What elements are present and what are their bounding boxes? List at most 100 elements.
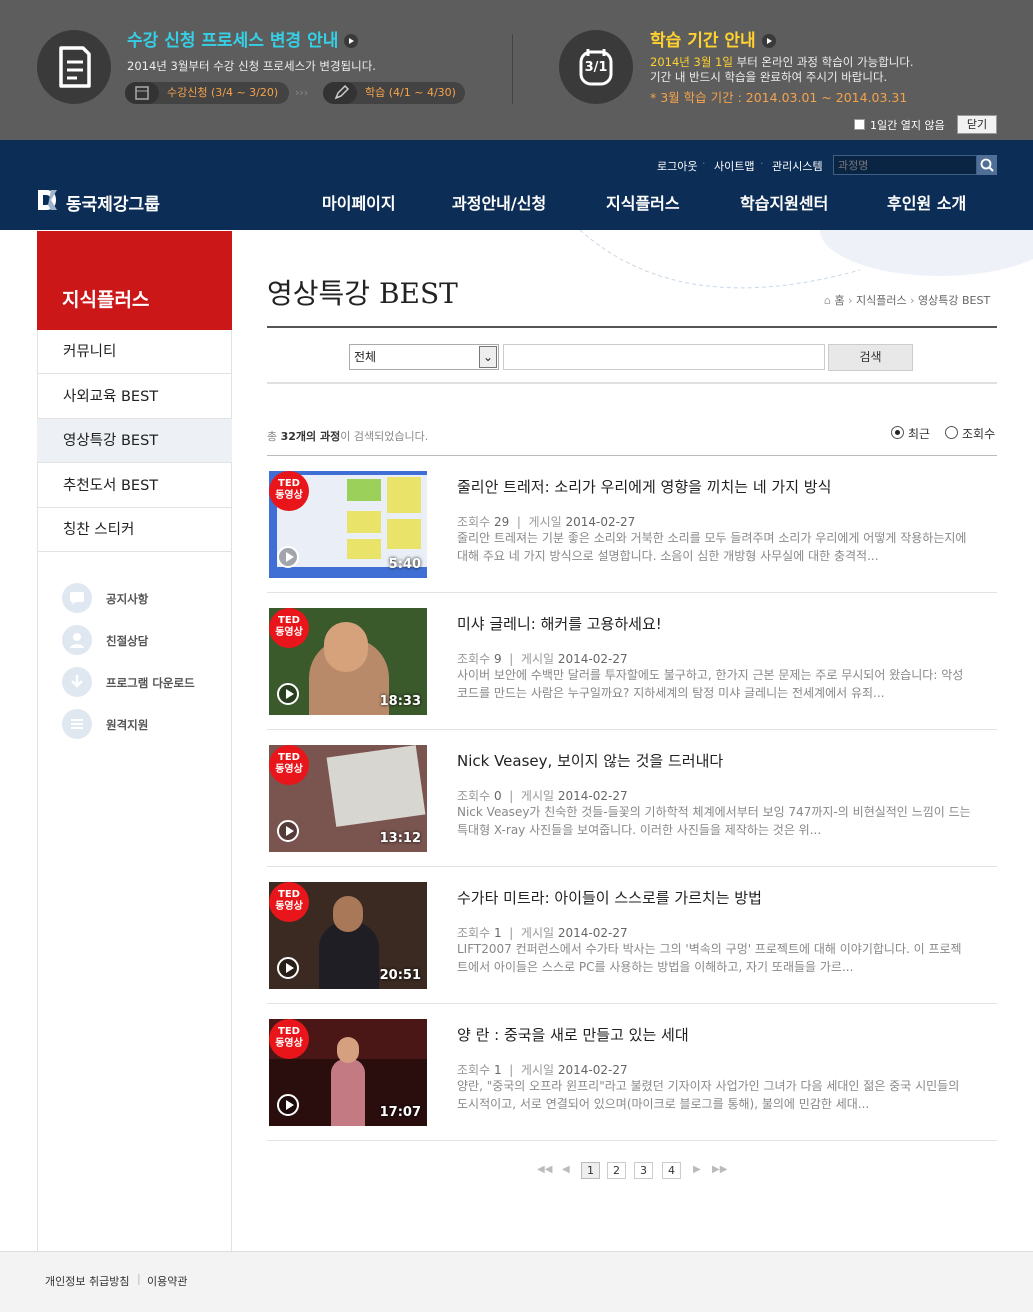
prev-page-icon[interactable]: ◀ — [562, 1164, 570, 1175]
result-count-text: 총 32개의 과정이 검색되었습니다. — [267, 430, 429, 443]
global-navigation — [0, 140, 1033, 230]
video-meta: 조회수 0 | 게시일 2014-02-27 — [457, 789, 628, 803]
logo-text[interactable]: 동국제강그룹 — [66, 190, 160, 215]
document-icon — [37, 30, 111, 104]
sidebar-item-community[interactable]: 커뮤니티 — [37, 330, 232, 374]
video-duration: 5:40 — [388, 557, 421, 572]
page-title: 영상특강 BEST — [267, 277, 458, 310]
menu-knowledge-plus[interactable]: 지식플러스 — [606, 190, 680, 214]
keyword-input[interactable] — [503, 344, 825, 370]
sort-recent-label: 최근 — [908, 427, 931, 441]
video-duration: 18:33 — [379, 694, 421, 709]
ted-badge: TED 동영상 — [269, 882, 309, 922]
privacy-policy-link[interactable]: 개인정보 취급방침 — [45, 1273, 129, 1289]
sidebar-item-books-best[interactable]: 추천도서 BEST — [37, 464, 232, 508]
search-icon[interactable] — [977, 155, 997, 175]
sort-views-radio[interactable] — [945, 426, 958, 439]
course-search-input[interactable] — [833, 155, 977, 175]
video-description: Nick Veasey가 친숙한 것들-들꽃의 기하학적 체계에서부터 보잉 7… — [457, 805, 971, 837]
page-3[interactable]: 3 — [634, 1162, 653, 1179]
play-icon[interactable] — [277, 683, 299, 705]
banner-left-text: 2014년 3월부터 수강 신청 프로세스가 변경됩니다. — [127, 59, 376, 73]
last-page-icon[interactable]: ▶▶ — [712, 1164, 727, 1175]
page-1[interactable]: 1 — [581, 1162, 600, 1179]
home-icon: ⌂ — [824, 294, 831, 307]
play-icon[interactable] — [277, 957, 299, 979]
video-thumbnail[interactable]: TED 동영상 13:12 — [269, 745, 427, 852]
footer-divider: | — [137, 1272, 141, 1285]
video-thumbnail[interactable]: TED 동영상 20:51 — [269, 882, 427, 989]
video-meta: 조회수 29 | 게시일 2014-02-27 — [457, 515, 636, 529]
decorative-arc — [579, 230, 1033, 289]
video-duration: 17:07 — [379, 1105, 421, 1120]
page-4[interactable]: 4 — [662, 1162, 681, 1179]
speech-bubble-icon — [62, 583, 92, 613]
sidebar-item-external-edu[interactable]: 사외교육 BEST — [37, 375, 232, 419]
play-icon[interactable] — [277, 546, 299, 568]
study-period-pill: 학습 (4/1 ~ 4/30) — [323, 82, 465, 104]
video-duration: 20:51 — [379, 968, 421, 983]
sidebar-title-box: 지식플러스 — [37, 231, 232, 330]
video-thumbnail[interactable]: TED 동영상 18:33 — [269, 608, 427, 715]
video-thumbnail[interactable]: TED 동영상 5:40 — [269, 471, 427, 578]
video-title[interactable]: 미샤 글레니: 해커를 고용하세요! — [457, 613, 662, 634]
util-dot: · — [702, 157, 706, 170]
video-title[interactable]: 줄리안 트레저: 소리가 우리에게 영향을 끼치는 네 가지 방식 — [457, 476, 831, 497]
video-title[interactable]: Nick Veasey, 보이지 않는 것을 드러내다 — [457, 750, 723, 771]
admin-system-link[interactable]: 관리시스템 — [772, 158, 823, 174]
no-show-checkbox[interactable] — [854, 119, 865, 130]
logout-link[interactable]: 로그아웃 — [657, 158, 697, 174]
close-button[interactable]: 닫기 — [957, 115, 997, 134]
quick-notice[interactable]: 공지사항 — [62, 583, 212, 613]
breadcrumb-home[interactable]: 홈 — [834, 294, 844, 307]
quick-download[interactable]: 프로그램 다운로드 — [62, 667, 212, 697]
sort-views-label: 조회수 — [962, 427, 996, 441]
banner-right-line2: 기간 내 반드시 학습을 완료하여 주시기 바랍니다. — [650, 70, 888, 84]
first-page-icon[interactable]: ◀◀ — [537, 1164, 552, 1175]
list-icon — [62, 709, 92, 739]
breadcrumb-current: 영상특강 BEST — [918, 294, 991, 307]
ted-badge: TED 동영상 — [269, 1019, 309, 1059]
sidebar-item-praise-sticker[interactable]: 칭찬 스티커 — [37, 508, 232, 552]
page-2[interactable]: 2 — [607, 1162, 626, 1179]
next-page-icon[interactable]: ▶ — [693, 1164, 701, 1175]
play-icon[interactable] — [277, 1094, 299, 1116]
menu-mypage[interactable]: 마이페이지 — [322, 190, 396, 214]
breadcrumb-section[interactable]: 지식플러스 — [856, 294, 907, 307]
banner-left-title[interactable]: 수강 신청 프로세스 변경 안내 — [127, 26, 359, 51]
double-chevron-icon: ››› — [295, 86, 309, 99]
video-title[interactable]: 수가타 미트라: 아이들이 스스로를 가르치는 방법 — [457, 887, 762, 908]
category-select[interactable]: 전체 ⌄ — [349, 344, 499, 370]
no-show-label: 1일간 열지 않음 — [870, 119, 945, 132]
video-description: 사이버 보안에 수백만 달러를 투자할에도 불구하고, 한가지 근본 문제는 주… — [457, 668, 964, 700]
quick-remote-support[interactable]: 원격지원 — [62, 709, 212, 739]
quick-consult[interactable]: 친절상담 — [62, 625, 212, 655]
video-meta: 조회수 9 | 게시일 2014-02-27 — [457, 652, 628, 666]
menu-about[interactable]: 후인원 소개 — [887, 190, 966, 214]
top-notice-banner: 수강 신청 프로세스 변경 안내 2014년 3월부터 수강 신청 프로세스가 … — [0, 0, 1033, 140]
sidebar-title: 지식플러스 — [62, 289, 150, 311]
video-duration: 13:12 — [379, 831, 421, 846]
sidebar-item-video-best[interactable]: 영상특강 BEST — [37, 419, 232, 463]
sitemap-link[interactable]: 사이트맵 — [714, 158, 754, 174]
video-meta: 조회수 1 | 게시일 2014-02-27 — [457, 926, 628, 940]
terms-link[interactable]: 이용약관 — [147, 1273, 187, 1289]
util-dot: · — [760, 157, 764, 170]
chevron-down-icon: ⌄ — [479, 346, 497, 368]
video-thumbnail[interactable]: TED 동영상 17:07 — [269, 1019, 427, 1126]
calendar-date-icon: 3/1 — [559, 30, 633, 104]
sort-recent-radio[interactable] — [891, 426, 904, 439]
play-arrow-icon — [761, 34, 776, 48]
video-description: LIFT2007 컨퍼런스에서 수가타 박사는 그의 '벽속의 구멍' 프로젝트… — [457, 942, 962, 974]
download-icon — [62, 667, 92, 697]
video-description: 양란, "중국의 오프라 윈프리"라고 불렸던 기자이자 사업가인 그녀가 다음… — [457, 1079, 960, 1111]
banner-right-title[interactable]: 학습 기간 안내 — [650, 26, 776, 51]
ted-badge: TED 동영상 — [269, 745, 309, 785]
logo-mark-icon[interactable] — [37, 188, 63, 212]
menu-courses[interactable]: 과정안내/신청 — [452, 190, 546, 214]
play-icon[interactable] — [277, 820, 299, 842]
search-button[interactable]: 검색 — [828, 344, 913, 371]
menu-learning-support[interactable]: 학습지원센터 — [740, 190, 828, 214]
video-title[interactable]: 양 란 : 중국을 새로 만들고 있는 세대 — [457, 1024, 689, 1045]
breadcrumb: ⌂ 홈 › 지식플러스 › 영상특강 BEST — [824, 294, 991, 307]
